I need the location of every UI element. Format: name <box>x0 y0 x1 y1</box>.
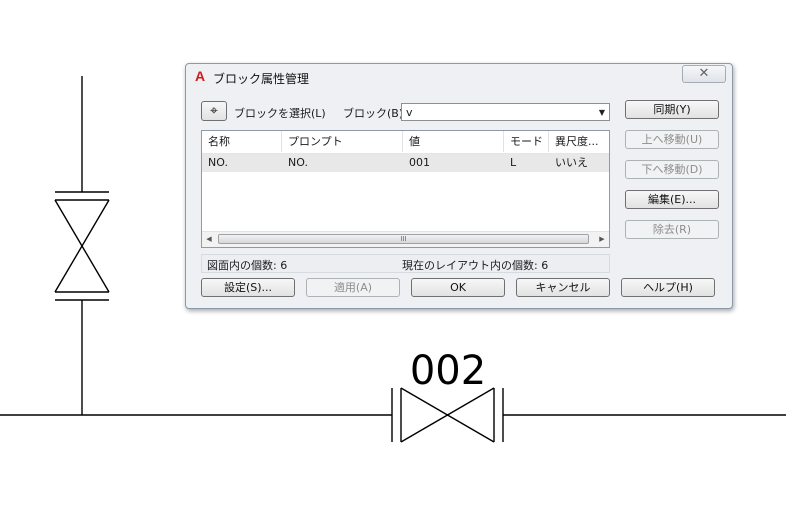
scroll-right-arrow-icon[interactable]: ▶ <box>596 234 608 245</box>
cell-prompt: NO. <box>288 156 308 169</box>
attribute-list-header: 名称 プロンプト 値 モード 異尺度... <box>202 131 609 154</box>
cancel-button[interactable]: キャンセル <box>516 278 610 297</box>
column-header-value[interactable]: 値 <box>403 131 504 152</box>
count-status-bar: 図面内の個数: 6 現在のレイアウト内の個数: 6 <box>201 254 610 273</box>
dialog-title: ブロック属性管理 <box>213 72 310 86</box>
valve-attribute-label: 002 <box>410 348 486 394</box>
select-block-label: ブロックを選択(L) <box>234 107 326 120</box>
dropdown-arrow-icon: ▼ <box>598 108 605 117</box>
apply-button[interactable]: 適用(A) <box>306 278 400 297</box>
edit-button[interactable]: 編集(E)... <box>625 190 719 209</box>
column-header-mode[interactable]: モード <box>504 131 549 152</box>
help-button[interactable]: ヘルプ(H) <box>621 278 715 297</box>
block-attribute-manager-dialog: A ブロック属性管理 ✕ ⌖ ブロックを選択(L) ブロック(B): v ▼ 名… <box>185 63 733 309</box>
horizontal-scrollbar[interactable]: ◀ III ▶ <box>202 231 609 247</box>
settings-button[interactable]: 設定(S)... <box>201 278 295 297</box>
column-header-annotative[interactable]: 異尺度... <box>549 131 609 152</box>
crosshair-pick-icon: ⌖ <box>210 103 218 119</box>
block-dropdown[interactable]: v ▼ <box>401 103 610 121</box>
column-header-name[interactable]: 名称 <box>202 131 282 152</box>
sync-button[interactable]: 同期(Y) <box>625 100 719 119</box>
count-in-drawing: 図面内の個数: 6 <box>207 259 288 272</box>
count-in-layout: 現在のレイアウト内の個数: 6 <box>402 259 549 272</box>
close-icon: ✕ <box>698 66 710 81</box>
close-button[interactable]: ✕ <box>682 65 726 83</box>
autocad-app-icon: A <box>195 68 206 84</box>
scroll-left-arrow-icon[interactable]: ◀ <box>203 234 215 245</box>
block-dropdown-value: v <box>406 106 413 119</box>
scrollbar-thumb[interactable]: III <box>218 234 589 244</box>
attribute-list[interactable]: 名称 プロンプト 値 モード 異尺度... NO. NO. 001 L いいえ … <box>201 130 610 248</box>
cell-value: 001 <box>409 156 430 169</box>
cell-name: NO. <box>208 156 228 169</box>
cell-mode: L <box>510 156 517 169</box>
block-field-label: ブロック(B): <box>343 107 407 120</box>
table-row[interactable]: NO. NO. 001 L いいえ <box>202 154 609 172</box>
dialog-titlebar[interactable]: A ブロック属性管理 ✕ <box>186 64 732 90</box>
move-down-button[interactable]: 下へ移動(D) <box>625 160 719 179</box>
cell-annotative: いいえ <box>555 156 588 169</box>
remove-button[interactable]: 除去(R) <box>625 220 719 239</box>
ok-button[interactable]: OK <box>411 278 505 297</box>
select-block-button[interactable]: ⌖ <box>201 101 227 121</box>
column-header-prompt[interactable]: プロンプト <box>282 131 403 152</box>
move-up-button[interactable]: 上へ移動(U) <box>625 130 719 149</box>
